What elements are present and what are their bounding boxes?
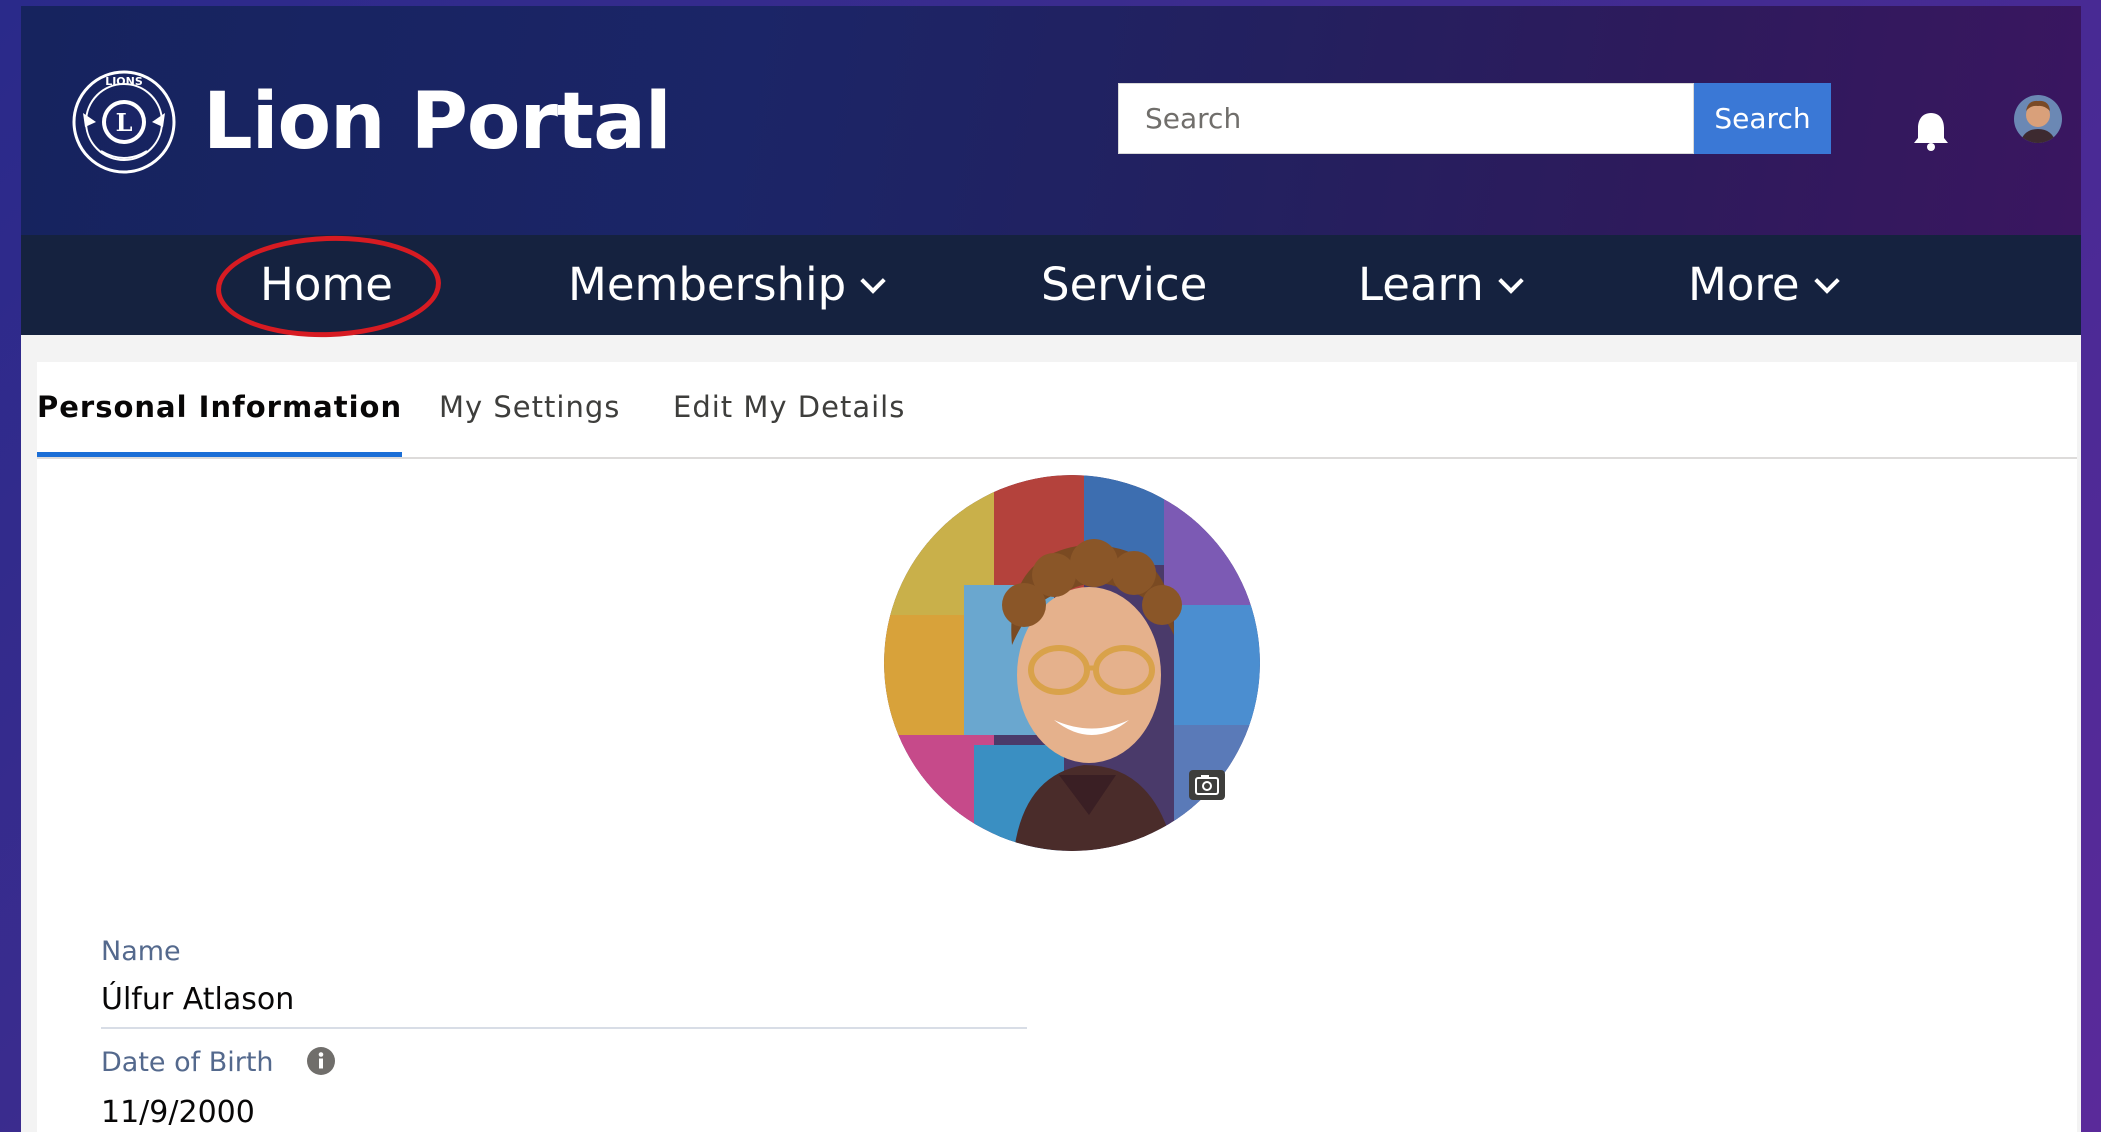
nav-item-membership[interactable]: Membership [568,235,886,335]
date-of-birth-value: 11/9/2000 [101,1095,255,1130]
profile-tabs: Personal Information My Settings Edit My… [37,362,2077,459]
nav-item-home[interactable]: Home [260,235,393,335]
search-input[interactable] [1118,83,1694,154]
info-icon[interactable] [306,1046,336,1076]
nav-item-more[interactable]: More [1688,235,1840,335]
portal-title[interactable]: Lion Portal [203,72,672,172]
search-button[interactable]: Search [1694,83,1831,154]
bell-icon[interactable] [1908,107,1954,153]
nav-item-label: Learn [1358,258,1484,311]
nav-item-label: Membership [568,258,847,311]
seal-text: LIONS [105,75,143,88]
nav-item-learn[interactable]: Learn [1358,235,1524,335]
profile-panel: Personal Information My Settings Edit My… [37,362,2077,1132]
chevron-down-icon [1813,268,1840,294]
camera-icon[interactable] [1189,770,1225,800]
tab-my-settings[interactable]: My Settings [439,362,620,457]
lions-seal-logo: L LIONS [72,70,176,174]
svg-text:L: L [116,108,133,137]
date-of-birth-label: Date of Birth [101,1047,274,1078]
nav-item-service[interactable]: Service [1041,235,1207,335]
nav-item-label: Service [1041,258,1208,311]
search-bar: Search [1118,83,1831,154]
user-avatar[interactable] [2014,95,2062,143]
header: L LIONS Lion Portal Search [21,6,2081,235]
nav-item-label: More [1688,258,1800,311]
name-value: Úlfur Atlason [101,982,295,1017]
tab-personal-information[interactable]: Personal Information [37,362,403,457]
tab-edit-my-details[interactable]: Edit My Details [673,362,905,457]
name-label: Name [101,936,181,967]
chevron-down-icon [860,268,886,294]
main-nav: Home Membership Service Learn More [21,235,2081,335]
chevron-down-icon [1498,268,1524,294]
nav-item-label: Home [260,258,393,311]
portal-window: L LIONS Lion Portal Search Home Membersh… [21,6,2081,1132]
field-divider [101,1027,1027,1029]
